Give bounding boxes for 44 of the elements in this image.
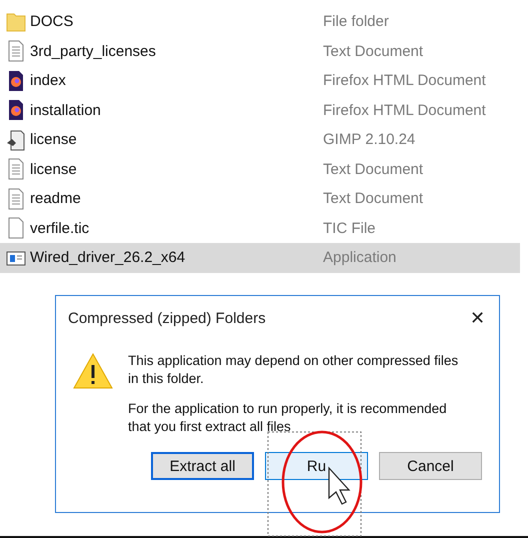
cursor-icon [328,466,350,505]
file-name: license [30,160,78,178]
file-type: TIC File [323,220,376,237]
file-type: File folder [323,13,390,30]
file-type: Firefox HTML Document [323,102,487,119]
file-name: Wired_driver_26.2_x64 [30,249,186,266]
blank-file-icon [6,217,26,240]
file-row[interactable]: license GIMP 2.10.24 [0,125,520,154]
file-type: Firefox HTML Document [323,72,487,90]
file-name: verfile.tic [30,220,90,237]
file-type: Text Document [323,160,424,178]
dialog-button[interactable]: Ru [265,452,368,480]
dialog-button[interactable]: Cancel [379,452,482,480]
file-type: Application [323,249,398,266]
folder-icon [6,10,26,33]
file-name: 3rd_party_licenses [30,42,157,60]
close-button[interactable]: ✕ [470,307,485,329]
file-row[interactable]: readme Text Document [0,184,520,214]
text-document-icon [6,158,26,180]
file-name: DOCS [30,13,74,30]
dialog-title: Compressed (zipped) Folders [68,310,266,326]
file-type: Text Document [323,190,424,208]
dialog-message: For the application to run properly, it is recommended that you first extract all files [128,400,448,436]
file-name: index [30,72,67,90]
file-row[interactable]: verfile.tic TIC File [0,214,520,243]
file-row[interactable]: DOCS File folder [0,7,520,36]
dialog-message: This application may depend on other compressed files in this folder. [128,352,460,388]
dialog-button[interactable]: Extract all [151,452,254,480]
file-row[interactable]: license Text Document [0,154,520,184]
file-type: GIMP 2.10.24 [323,131,416,148]
file-name: installation [30,102,102,119]
file-name: license [30,131,78,148]
warning-icon [72,352,114,390]
file-row[interactable]: 3rd_party_licenses Text Document [0,36,520,66]
file-type: Text Document [323,42,424,60]
text-document-icon [6,40,26,62]
firefox-document-icon [6,70,26,92]
image-document-icon [6,128,26,151]
text-document-icon [6,188,26,210]
firefox-document-icon [6,99,26,122]
file-row[interactable]: installation Firefox HTML Document [0,96,520,125]
file-name: readme [30,190,82,208]
file-row[interactable]: Wired_driver_26.2_x64 Application [0,243,520,272]
file-row[interactable]: index Firefox HTML Document [0,66,520,96]
